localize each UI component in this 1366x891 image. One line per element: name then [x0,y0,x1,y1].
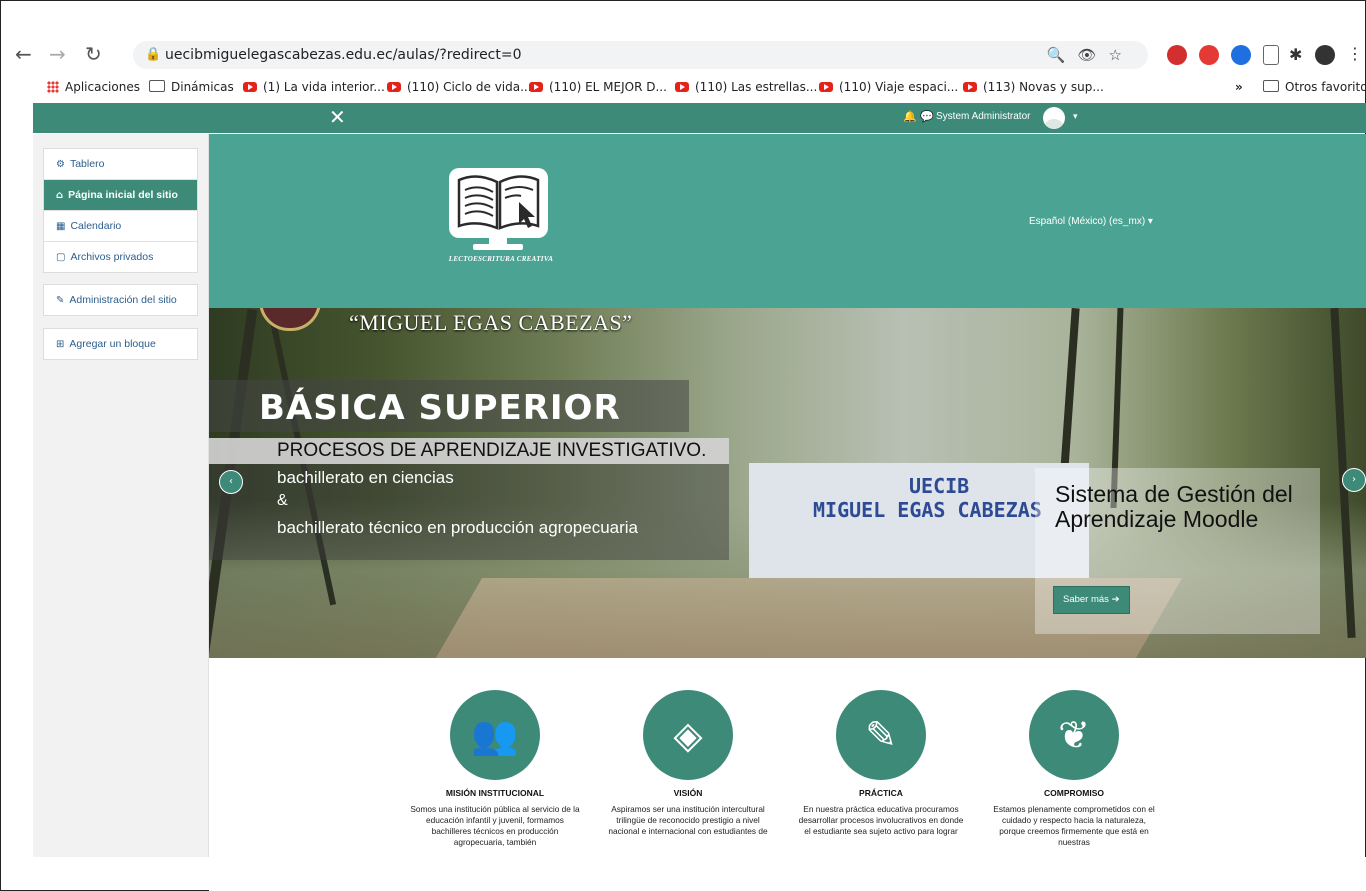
bell-icon[interactable]: 🔔 [903,110,917,123]
omnibox-actions: 🔍👁☆ [1047,46,1134,64]
feature-title: VISIÓN [673,788,703,798]
page-header: LECTOESCRITURA CREATIVA Español (México)… [209,134,1366,308]
wall-text-line2: MIGUEL EGAS CABEZAS [813,498,1042,522]
school-name: “MIGUEL EGAS CABEZAS” [349,310,633,335]
zoom-icon[interactable]: 🔍 [1047,46,1078,64]
leaf-icon: ❦ [1058,713,1090,757]
bookmark-apps[interactable]: Aplicaciones [47,80,140,94]
logo-text: LECTOESCRITURA CREATIVA [448,255,554,263]
slide-caption: Sistema de Gestión del Aprendizaje Moodl… [1035,468,1320,634]
drawer-item-administracion[interactable]: ✎ Administración del sitio [44,285,197,315]
users-icon: 👥 [471,713,519,757]
feature-title: COMPROMISO [1044,788,1104,798]
saber-mas-button[interactable]: Saber más ➔ [1053,586,1130,614]
youtube-icon [819,82,833,92]
more-bookmarks-button[interactable]: » [1235,80,1243,94]
caption-title: Sistema de Gestión del Aprendizaje Moodl… [1055,481,1293,532]
star-icon[interactable]: ☆ [1109,46,1134,64]
browser-chrome: ← → ↻ 🔒 uecibmiguelegascabezas.edu.ec/au… [1,1,1366,101]
dashboard-icon: ⚙ [56,159,65,170]
school-shield-icon [259,308,321,331]
feature-text: En nuestra práctica educativa procuramos… [798,804,964,836]
drawer-item-calendario[interactable]: ▦ Calendario [44,211,197,242]
wrench-icon: ✎ [56,295,65,306]
drawer-block-admin: ✎ Administración del sitio [43,284,198,316]
logo-book-svg [457,175,540,230]
bookmark-youtube[interactable]: (110) Ciclo de vida... [387,80,532,94]
language-menu[interactable]: Español (México) (es_mx) ▾ [1029,216,1153,227]
drawer-item-archivos[interactable]: ▢ Archivos privados [44,242,197,272]
youtube-icon [675,82,689,92]
bookmark-youtube[interactable]: (113) Novas y sup... [963,80,1104,94]
feature-title: PRÁCTICA [859,788,903,798]
navbar-icons: 🔔 💬 [903,110,934,123]
edit-icon: ✎ [865,713,897,757]
extension-doc-icon[interactable] [1263,45,1279,65]
bottom-cutoff [209,857,1366,891]
procesos-text: PROCESOS DE APRENDIZAJE INVESTIGATIVO. [277,440,707,461]
logo-base [473,244,523,250]
close-drawer-icon[interactable]: ✕ [329,105,346,129]
bookmark-youtube[interactable]: (1) La vida interior... [243,80,385,94]
user-name[interactable]: System Administrator [936,111,1030,122]
bookmark-folder[interactable]: Dinámicas [149,80,234,94]
calendar-icon: ▦ [56,221,66,232]
drawer-block-main: ⚙ Tablero ⌂ Página inicial del sitio ▦ Cale… [43,148,198,273]
nav-drawer: ⚙ Tablero ⌂ Página inicial del sitio ▦ Cale… [33,134,209,857]
plus-icon: ⊞ [56,339,65,350]
drawer-item-agregar-bloque[interactable]: ⊞ Agregar un bloque [44,329,197,359]
puzzle-icon[interactable]: ✱ [1289,44,1302,66]
extension-blue-icon[interactable] [1231,45,1251,65]
forward-icon[interactable]: → [49,43,66,65]
wall-text-line1: UECIB [909,474,970,498]
drawer-item-tablero[interactable]: ⚙ Tablero [44,149,197,180]
youtube-icon [243,82,257,92]
bachillerato-ciencias: bachillerato en ciencias [277,468,454,487]
browser-toolbar: ← → ↻ 🔒 uecibmiguelegascabezas.edu.ec/au… [1,37,1365,71]
feature-text: Estamos plenamente comprometidos con el … [993,804,1155,847]
logo-book-icon[interactable] [449,168,548,238]
bachillerato-tecnico: bachillerato técnico en producción agrop… [277,518,639,537]
bookmark-youtube[interactable]: (110) Viaje espaci... [819,80,958,94]
lock-icon[interactable]: 🔒 [145,47,161,62]
folder-icon [1263,80,1279,92]
bookmark-other-favorites[interactable]: Otros favoritos [1263,80,1366,94]
drawer-block-add: ⊞ Agregar un bloque [43,328,198,360]
profile-icon[interactable] [1315,45,1335,65]
menu-dots-icon[interactable]: ⋮ [1347,43,1363,65]
bookmark-youtube[interactable]: (110) EL MEJOR D... [529,80,667,94]
youtube-icon [387,82,401,92]
chat-icon[interactable]: 💬 [920,110,934,123]
hero-slider: UECIB MIGUEL EGAS CABEZAS “MIGUEL EGAS C… [209,308,1366,658]
youtube-icon [529,82,543,92]
feature-text: Aspiramos ser una institución intercultu… [608,804,768,836]
extension-shield-icon[interactable] [1167,45,1187,65]
file-icon: ▢ [56,252,66,263]
eye-icon[interactable]: 👁 [1078,46,1109,64]
avatar[interactable] [1043,107,1065,129]
youtube-icon [963,82,977,92]
top-navbar: ✕ 🔔 💬 System Administrator ▾ [33,103,1366,133]
back-icon[interactable]: ← [15,43,32,65]
url-text[interactable]: uecibmiguelegascabezas.edu.ec/aulas/?red… [165,47,522,63]
bookmark-youtube[interactable]: (110) Las estrellas... [675,80,817,94]
reload-icon[interactable]: ↻ [85,43,102,65]
feature-text: Somos una institución pública al servici… [410,804,580,847]
apps-grid-icon [47,81,59,93]
home-icon: ⌂ [56,190,64,201]
prev-slide-icon[interactable]: ‹ [219,470,243,494]
user-menu-caret-icon[interactable]: ▾ [1073,111,1078,122]
address-bar[interactable]: 🔒 uecibmiguelegascabezas.edu.ec/aulas/?r… [133,41,1148,69]
eye-slash-icon: ◈ [673,713,703,757]
folder-icon [149,80,165,92]
feature-title: MISIÓN INSTITUCIONAL [445,788,545,798]
next-slide-icon[interactable]: › [1342,468,1366,492]
drawer-item-pagina-inicial[interactable]: ⌂ Página inicial del sitio [44,180,197,211]
extension-pinterest-icon[interactable] [1199,45,1219,65]
basica-title: BÁSICA SUPERIOR [259,388,621,428]
bookmarks-bar: Aplicaciones Dinámicas (1) La vida inter… [1,75,1366,101]
ampersand: & [277,492,288,509]
